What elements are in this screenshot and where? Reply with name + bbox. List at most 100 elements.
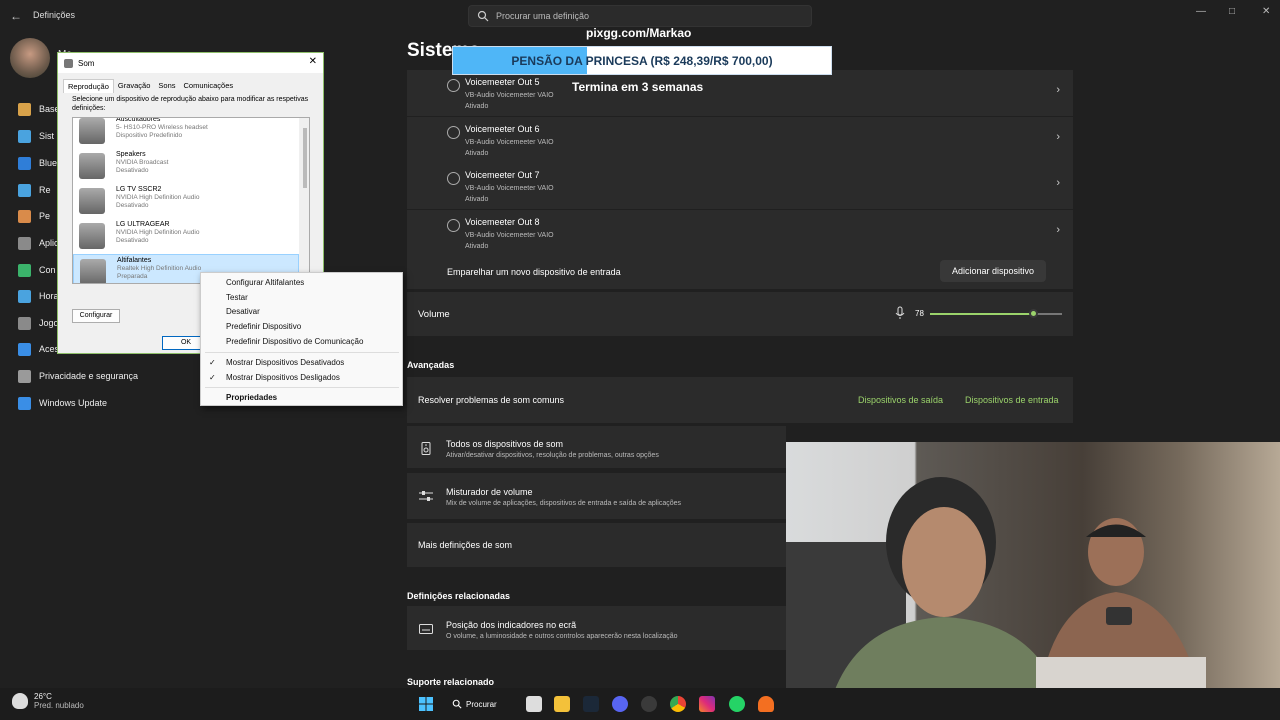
more-sound-settings-row[interactable]: Mais definições de som	[407, 523, 786, 567]
device-radio[interactable]	[447, 79, 460, 92]
device-radio[interactable]	[447, 172, 460, 185]
input-device-row[interactable]: Voicemeeter Out 7 VB-Audio Voicemeeter VA…	[407, 163, 1073, 209]
playback-device-item[interactable]: LG TV SSCR2 NVIDIA High Definition Audio D…	[73, 184, 299, 219]
discord-icon[interactable]	[612, 696, 628, 712]
taskbar-search-label: Procurar	[466, 699, 497, 709]
sidebar-item-update[interactable]: Windows Update	[18, 394, 107, 412]
speaker-device-icon	[79, 153, 105, 179]
playback-device-list[interactable]: Auscultadores 5- HS10-PRO Wireless headse…	[72, 117, 310, 284]
device-radio[interactable]	[447, 126, 460, 139]
all-sound-devices-row[interactable]: Todos os dispositivos de som Ativar/desa…	[407, 426, 786, 468]
menu-item-disable[interactable]: Desativar	[226, 307, 260, 316]
device-list-scrollbar[interactable]	[299, 118, 309, 283]
device-details: VB-Audio Voicemeeter VAIO Ativado	[465, 90, 554, 112]
tab-communications[interactable]: Comunicações	[180, 79, 238, 93]
back-arrow-icon[interactable]: ←	[8, 8, 24, 24]
instagram-icon[interactable]	[699, 696, 715, 712]
device-details: VB-Audio Voicemeeter VAIO Ativado	[465, 183, 554, 205]
input-device-row[interactable]: Voicemeeter Out 6 VB-Audio Voicemeeter VA…	[407, 117, 1073, 163]
time-icon	[18, 289, 31, 303]
device-radio[interactable]	[447, 219, 460, 232]
configure-button[interactable]: Configurar	[72, 309, 120, 323]
avatar[interactable]	[10, 38, 50, 78]
sound-dialog-titlebar: Som ✕	[58, 53, 323, 73]
input-devices-link[interactable]: Dispositivos de entrada	[965, 395, 1059, 405]
steam-icon[interactable]	[583, 696, 599, 712]
menu-item-show-disconnected[interactable]: Mostrar Dispositivos Desligados	[226, 373, 340, 382]
menu-item-show-disabled[interactable]: Mostrar Dispositivos Desativados	[226, 358, 344, 367]
weather-widget[interactable]: 26°C Pred. nublado	[12, 692, 84, 710]
sidebar-item-label: Aplic	[39, 238, 59, 248]
sidebar-item-home[interactable]: Base	[18, 100, 60, 118]
sidebar-item-gaming[interactable]: Jogo	[18, 314, 59, 332]
cloud-icon	[12, 693, 28, 709]
menu-item-test[interactable]: Testar	[226, 293, 248, 302]
sidebar-item-accessibility[interactable]: Aces	[18, 340, 59, 358]
minimize-button[interactable]: —	[1196, 6, 1206, 17]
sidebar-item-bluetooth[interactable]: Blue	[18, 154, 57, 172]
sidebar-item-time[interactable]: Hora	[18, 287, 59, 305]
whatsapp-icon[interactable]	[729, 696, 745, 712]
tab-sounds[interactable]: Sons	[154, 79, 179, 93]
sidebar-item-shield[interactable]: Privacidade e segurança	[18, 367, 138, 385]
maximize-button[interactable]: □	[1229, 6, 1235, 17]
input-device-row[interactable]: Voicemeeter Out 5 VB-Audio Voicemeeter VA…	[407, 70, 1073, 116]
playback-device-desc: NVIDIA High Definition Audio	[116, 229, 200, 236]
speaker-device-icon	[79, 188, 105, 214]
close-button[interactable]: ✕	[1262, 6, 1270, 17]
sidebar-item-apps[interactable]: Aplic	[18, 234, 59, 252]
playback-device-name: Altifalantes	[117, 257, 152, 264]
sidebar-item-network[interactable]: Re	[18, 181, 51, 199]
device-status: Ativado	[465, 243, 489, 250]
add-device-button[interactable]: Adicionar dispositivo	[940, 260, 1046, 282]
device-status: Ativado	[465, 150, 489, 157]
volume-mixer-row[interactable]: Misturador de volume Mix de volume de ap…	[407, 473, 786, 519]
accessibility-icon	[18, 342, 31, 356]
indicators-position-row[interactable]: Posição dos indicadores no ecrã O volume…	[407, 606, 786, 650]
sidebar-item-accounts[interactable]: Con	[18, 261, 56, 279]
scrollbar-thumb[interactable]	[303, 128, 307, 188]
file-explorer-icon[interactable]	[554, 696, 570, 712]
chevron-right-icon[interactable]: ›	[1056, 224, 1060, 236]
search-icon	[477, 10, 489, 22]
menu-item-configure[interactable]: Configurar Altifalantes	[226, 278, 304, 287]
tab-recording[interactable]: Gravação	[114, 79, 155, 93]
playback-device-item[interactable]: Auscultadores 5- HS10-PRO Wireless headse…	[73, 118, 299, 149]
sidebar-item-personalization[interactable]: Pe	[18, 207, 50, 225]
troubleshoot-label: Resolver problemas de som comuns	[418, 395, 565, 405]
sidebar-item-system[interactable]: Sist	[18, 127, 54, 145]
chevron-right-icon[interactable]: ›	[1056, 84, 1060, 96]
microphone-icon[interactable]	[895, 306, 905, 320]
task-view-icon[interactable]	[526, 696, 542, 712]
input-device-row[interactable]: Voicemeeter Out 8 VB-Audio Voicemeeter VA…	[407, 210, 1073, 256]
taskbar: 26°C Pred. nublado Procurar	[0, 688, 1280, 720]
playback-device-item[interactable]: LG ULTRAGEAR NVIDIA High Definition Audio…	[73, 219, 299, 254]
volume-row: Volume 78	[407, 292, 1073, 336]
search-input[interactable]: Procurar uma definição	[468, 5, 812, 27]
menu-item-set-default-comm[interactable]: Predefinir Dispositivo de Comunicação	[226, 337, 363, 346]
speaker-device-icon	[421, 442, 431, 455]
volume-slider[interactable]	[930, 309, 1062, 318]
windows-start-icon[interactable]	[418, 696, 434, 712]
playback-device-item[interactable]: Speakers NVIDIA Broadcast Desativado	[73, 149, 299, 184]
speaker-device-icon	[80, 259, 106, 283]
bluetooth-icon	[18, 156, 31, 170]
webcam-people-image	[786, 477, 1206, 720]
chrome-icon[interactable]	[670, 696, 686, 712]
volume-slider-fill	[930, 313, 1033, 315]
cloud-app-icon[interactable]	[758, 696, 774, 712]
volume-slider-thumb[interactable]	[1028, 309, 1038, 318]
tab-playback[interactable]: Reprodução	[63, 79, 114, 93]
playback-device-status: Dispositivo Predefinido	[116, 132, 183, 139]
chevron-right-icon[interactable]: ›	[1056, 177, 1060, 189]
obs-icon[interactable]	[641, 696, 657, 712]
chevron-right-icon[interactable]: ›	[1056, 131, 1060, 143]
taskbar-search[interactable]: Procurar	[452, 696, 510, 712]
sidebar-item-label: Privacidade e segurança	[39, 371, 139, 381]
output-devices-link[interactable]: Dispositivos de saída	[858, 395, 943, 405]
speaker-device-icon	[79, 223, 105, 249]
sidebar-item-label: Blue	[39, 158, 58, 168]
menu-item-properties[interactable]: Propriedades	[226, 393, 277, 402]
menu-item-set-default[interactable]: Predefinir Dispositivo	[226, 322, 301, 331]
dialog-close-icon[interactable]: ✕	[309, 56, 317, 67]
